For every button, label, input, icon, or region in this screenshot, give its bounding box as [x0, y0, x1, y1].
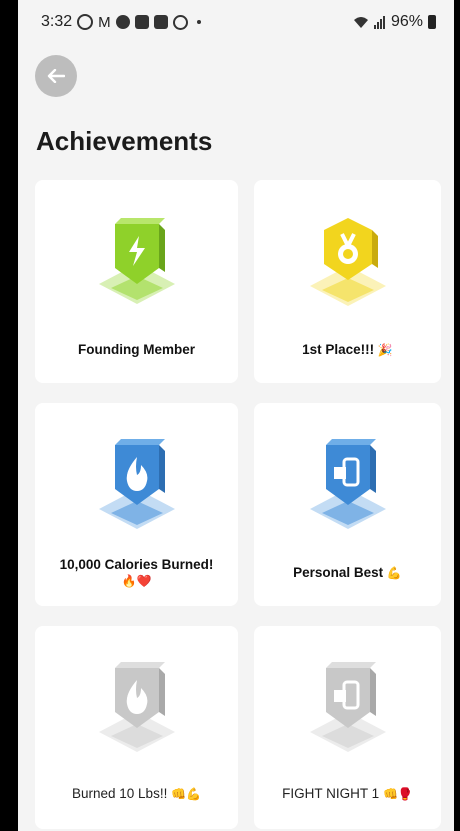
wifi-icon [353, 16, 368, 28]
achievement-label-text: FIGHT NIGHT 1 [282, 786, 380, 801]
status-left: 3:32 M [41, 13, 201, 31]
achievement-card-fight-night-1[interactable]: FIGHT NIGHT 1 👊🥊 [254, 626, 441, 829]
phone-hand-icon [309, 439, 386, 529]
messenger-icon [115, 15, 130, 29]
achievement-label: Founding Member [43, 342, 230, 358]
notification-dot-icon [196, 20, 201, 24]
battery-percent: 96% [390, 13, 423, 30]
achievement-card-1st-place[interactable]: 1st Place!!! 🎉 [254, 180, 441, 383]
achievement-label-text: Founding Member [78, 342, 195, 357]
achievement-label-text: 10,000 Calories Burned! [59, 557, 214, 572]
achievement-label-text: Personal Best [293, 565, 384, 580]
achievement-label: FIGHT NIGHT 1 👊🥊 [262, 786, 433, 802]
app-screen: 3:32 M 96% Achievements Founding Member … [18, 0, 460, 831]
flexed-biceps-emoji: 💪 [386, 566, 402, 580]
arrow-left-icon [47, 69, 65, 83]
signal-icon [373, 15, 385, 29]
status-time: 3:32 [41, 13, 73, 30]
page-title: Achievements [36, 126, 213, 156]
achievement-label: Personal Best 💪 [262, 565, 433, 581]
party-popper-emoji: 🎉 [377, 343, 393, 357]
drive-icon [172, 14, 188, 30]
gmail-icon: M [98, 13, 111, 31]
achievement-card-founding-member[interactable]: Founding Member [35, 180, 238, 383]
linkedin-icon [134, 15, 149, 29]
achievement-label-text: Burned 10 Lbs!! [72, 786, 168, 801]
whatsapp-icon [77, 14, 94, 30]
back-button[interactable] [35, 55, 77, 97]
flame-icon [98, 439, 175, 529]
qr-icon [153, 15, 168, 29]
fist-biceps-emoji: 👊💪 [171, 787, 201, 801]
status-right: 96% [353, 13, 436, 31]
flame-icon [98, 662, 175, 752]
status-bar: 3:32 M 96% [18, 0, 460, 44]
medal-icon [309, 218, 386, 306]
achievements-grid: Founding Member 1st Place!!! 🎉 10,000 Ca… [35, 180, 441, 829]
achievement-card-burned-10-lbs[interactable]: Burned 10 Lbs!! 👊💪 [35, 626, 238, 829]
fire-heart-emoji: 🔥❤️ [121, 574, 152, 588]
phone-hand-icon [309, 662, 386, 752]
achievement-label: 1st Place!!! 🎉 [262, 342, 433, 358]
achievement-label: 10,000 Calories Burned! 🔥❤️ [43, 557, 230, 589]
achievement-label: Burned 10 Lbs!! 👊💪 [43, 786, 230, 802]
screen-edge [454, 0, 460, 831]
achievement-card-personal-best[interactable]: Personal Best 💪 [254, 403, 441, 606]
fist-boxing-glove-emoji: 👊🥊 [382, 787, 413, 801]
achievement-label-text: 1st Place!!! [302, 342, 375, 357]
battery-icon [428, 15, 436, 29]
lightning-icon [98, 218, 175, 304]
achievement-card-10000-calories[interactable]: 10,000 Calories Burned! 🔥❤️ [35, 403, 238, 606]
